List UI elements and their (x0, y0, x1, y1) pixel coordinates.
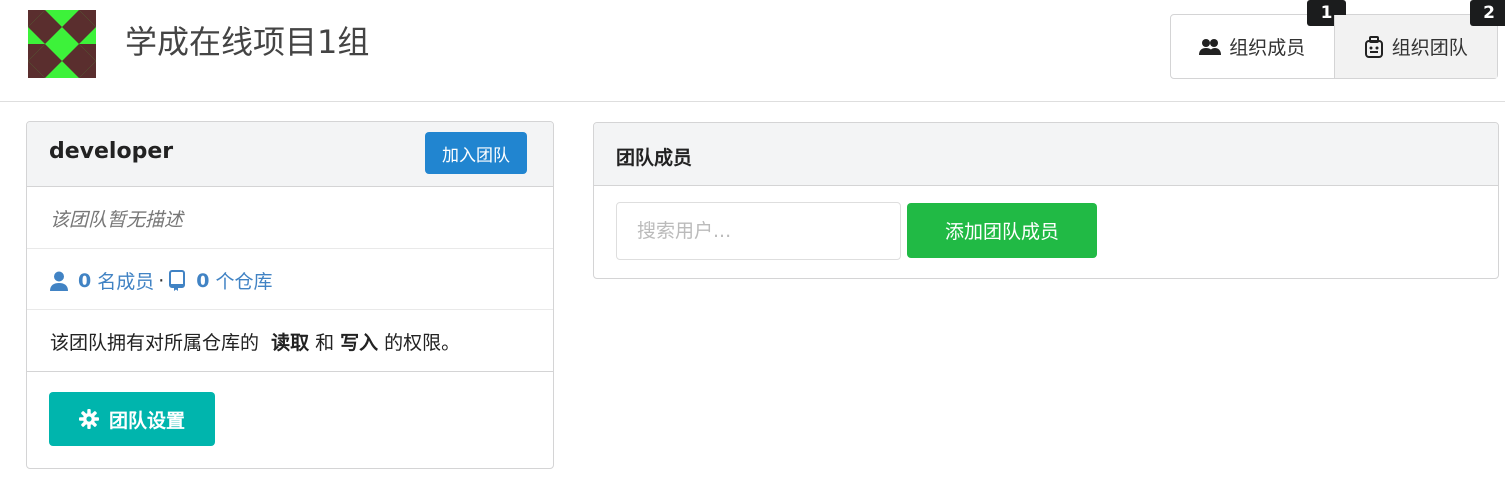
team-members-card: 团队成员 添加团队成员 (593, 122, 1499, 279)
team-settings-button[interactable]: 团队设置 (49, 392, 215, 446)
search-user-input[interactable] (616, 202, 901, 260)
org-avatar (28, 10, 96, 78)
team-permission-row: 该团队拥有对所属仓库的 读取和写入 的权限。 (27, 310, 553, 372)
team-card: developer 加入团队 该团队暂无描述 0 名成员 · 0 个仓库 该团队… (26, 121, 554, 469)
tab-org-teams[interactable]: 组织团队 2 (1333, 0, 1505, 78)
team-stats-row: 0 名成员 · 0 个仓库 (27, 249, 553, 310)
tab-badge: 2 (1469, 0, 1505, 26)
member-icon (50, 271, 68, 291)
perm-prefix: 该团队拥有对所属仓库的 (50, 332, 260, 354)
member-count[interactable]: 0 (78, 270, 91, 292)
tab-org-members[interactable]: 组织成员 1 (1171, 0, 1346, 78)
team-description: 该团队暂无描述 (50, 209, 184, 231)
team-icon (1364, 35, 1384, 58)
member-count-label[interactable]: 名成员 (97, 267, 154, 294)
repo-count[interactable]: 0 (196, 270, 209, 292)
team-settings-label: 团队设置 (108, 409, 185, 432)
org-title: 学成在线项目1组 (125, 23, 370, 61)
users-icon (1199, 38, 1222, 56)
repo-count-label[interactable]: 个仓库 (216, 267, 273, 294)
add-team-member-button[interactable]: 添加团队成员 (907, 203, 1097, 258)
join-team-button[interactable]: 加入团队 (425, 132, 527, 174)
org-tab-menu: 组织成员 1 组织团队 2 (1170, 0, 1505, 79)
tab-org-teams-label: 组织团队 (1391, 37, 1468, 59)
perm-read: 读取 (271, 332, 310, 354)
team-description-row: 该团队暂无描述 (27, 187, 553, 249)
team-card-header: developer 加入团队 (27, 122, 553, 187)
org-header: 学成在线项目1组 组织成员 1 组织团队 2 (0, 0, 1505, 102)
tab-org-members-label: 组织成员 (1229, 37, 1306, 59)
perm-and: 和 (315, 332, 335, 354)
perm-write: 写入 (340, 332, 379, 354)
team-members-header: 团队成员 (594, 123, 1498, 186)
perm-suffix: 的权限。 (384, 332, 461, 354)
team-name: developer (49, 139, 174, 164)
gear-icon (78, 409, 99, 429)
repo-icon (168, 269, 186, 292)
stats-separator: · (158, 269, 165, 292)
team-members-title: 团队成员 (616, 147, 693, 169)
